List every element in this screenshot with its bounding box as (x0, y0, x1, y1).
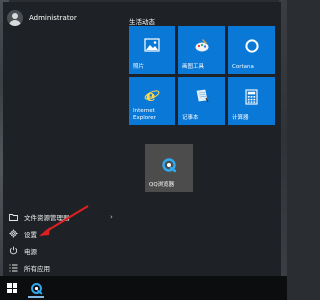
tile-label: Cortana (232, 64, 254, 70)
tile-label: Internet Explorer (133, 108, 156, 121)
svg-text:e: e (146, 87, 156, 103)
ie-icon: e (129, 87, 175, 103)
qq-browser-icon (145, 157, 193, 173)
windows-logo-icon (7, 283, 17, 293)
user-name: Administrator (29, 14, 77, 22)
tile-label: 画图工具 (182, 64, 205, 70)
tile-label: 照片 (133, 64, 145, 70)
tile-internet-explorer[interactable]: e Internet Explorer (129, 77, 175, 125)
cortana-icon (228, 38, 275, 54)
notepad-icon (178, 89, 225, 104)
power-icon (9, 246, 18, 255)
menu-item-label: 电源 (24, 247, 37, 256)
tile-photos[interactable]: 照片 (129, 26, 175, 74)
tile-paint[interactable]: 画图工具 (178, 26, 225, 74)
tile-group-title: 生活动态 (129, 18, 155, 26)
chevron-right-icon[interactable]: › (110, 213, 113, 221)
tile-label: 记事本 (182, 115, 199, 121)
folder-icon (9, 212, 18, 221)
menu-item-file-explorer[interactable]: 文件资源管理器 › (3, 208, 123, 225)
photo-icon (129, 38, 175, 52)
menu-item-label: 所有应用 (24, 264, 50, 273)
menu-item-label: 设置 (24, 230, 37, 239)
list-icon (9, 263, 18, 272)
tile-calculator[interactable]: 计算器 (228, 77, 275, 125)
tile-cortana[interactable]: Cortana (228, 26, 275, 74)
gear-icon (9, 229, 18, 238)
menu-item-label: 文件资源管理器 (24, 213, 70, 222)
start-left-menu: 文件资源管理器 › 设置 电源 所有应用 (3, 208, 123, 276)
tile-label: 计算器 (232, 115, 249, 121)
calculator-icon (228, 89, 275, 105)
user-avatar-icon (7, 10, 23, 26)
start-menu: Administrator 文件资源管理器 › 设置 电源 所有应用 生活动态 … (3, 2, 281, 276)
start-button[interactable] (0, 276, 24, 300)
paint-icon (178, 38, 225, 53)
user-account-button[interactable]: Administrator (7, 8, 77, 28)
menu-item-all-apps[interactable]: 所有应用 (3, 259, 123, 276)
taskbar (0, 276, 287, 300)
taskbar-qq-browser[interactable] (26, 279, 46, 298)
qq-browser-icon (30, 282, 42, 294)
tile-notepad[interactable]: 记事本 (178, 77, 225, 125)
tile-qq-browser[interactable]: QQ浏览器 (145, 144, 193, 192)
menu-item-settings[interactable]: 设置 (3, 225, 123, 242)
tile-label: QQ浏览器 (149, 182, 175, 188)
menu-item-power[interactable]: 电源 (3, 242, 123, 259)
